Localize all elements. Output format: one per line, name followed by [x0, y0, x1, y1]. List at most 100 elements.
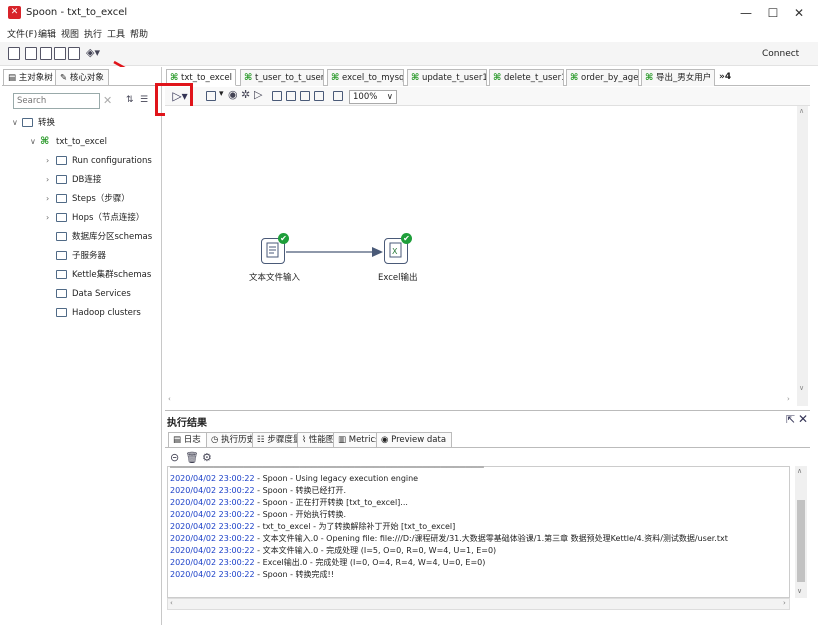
show-results-icon[interactable]	[333, 91, 343, 101]
clear-search-icon[interactable]: ✕	[103, 94, 112, 107]
log-line: 2020/04/02 23:00:22 - Spoon - 正在打开转换 [tx…	[170, 498, 408, 507]
expand-all-icon[interactable]: ⇅	[126, 95, 134, 105]
tree-item-cluster-schemas[interactable]: Kettle集群schemas	[56, 267, 151, 283]
transformation-icon: ⌘	[331, 73, 340, 83]
step-label: 文本文件输入	[249, 273, 301, 283]
chevron-down-icon: ∨	[386, 92, 393, 102]
chevron-right-icon: ›	[46, 175, 50, 184]
scroll-right-icon[interactable]: ›	[787, 395, 790, 403]
log-line: 2020/04/02 23:00:22 - Spoon - 转换已经打开.	[170, 486, 347, 495]
folder-icon	[56, 232, 67, 241]
success-check-icon: ✔	[278, 233, 289, 244]
tab-overflow-button[interactable]: »4	[719, 72, 731, 82]
history-icon: ◷	[211, 435, 222, 445]
tree-item-db-connections[interactable]: › DB连接	[46, 172, 101, 188]
folder-icon	[56, 251, 67, 260]
tab-excel-to-mysql[interactable]: ⌘ excel_to_mysql	[327, 69, 404, 86]
tab-export-users[interactable]: ⌘ 导出_男女用户	[641, 69, 715, 86]
maximize-button[interactable]: ☐	[762, 4, 784, 22]
connect-button[interactable]: Connect	[762, 49, 799, 59]
scroll-left-icon[interactable]: ‹	[170, 599, 173, 607]
tree-transformation[interactable]: ∨ ⌘ txt_to_excel	[30, 134, 107, 150]
stop-dropdown-icon[interactable]: ▾	[219, 89, 224, 99]
transformation-icon: ⌘	[244, 73, 253, 83]
menu-run[interactable]: 执行	[84, 27, 102, 40]
settings-icon[interactable]: ⚙	[202, 451, 212, 464]
menu-tools[interactable]: 工具	[107, 27, 125, 40]
preview-icon[interactable]: ◉	[228, 88, 238, 101]
scroll-left-icon[interactable]: ‹	[168, 395, 171, 403]
tab-core-objects[interactable]: ✎ 核心对象	[55, 69, 109, 85]
transformation-icon: ⌘	[570, 73, 579, 83]
folder-icon	[56, 308, 67, 317]
clear-log-icon[interactable]: 🗑	[185, 451, 199, 464]
layers-icon[interactable]: ◈▾	[86, 46, 100, 59]
tree-item-hops[interactable]: › Hops（节点连接）	[46, 210, 144, 226]
folder-icon	[56, 156, 67, 165]
chevron-down-icon: ∨	[12, 118, 18, 127]
chevron-right-icon: ›	[46, 156, 50, 165]
log-line: 2020/04/02 23:00:22 - Spoon - 开始执行转换.	[170, 510, 347, 519]
close-button[interactable]: ✕	[788, 4, 810, 22]
stop-log-icon[interactable]: ⊝	[170, 451, 179, 464]
folder-icon	[56, 175, 67, 184]
log-horizontal-scrollbar[interactable]	[167, 598, 790, 610]
tree-item-steps[interactable]: › Steps（步骤）	[46, 191, 130, 207]
menu-view[interactable]: 视图	[61, 27, 79, 40]
tree-root[interactable]: ∨ 转换	[12, 115, 55, 131]
maximize-panel-icon[interactable]: ⇱	[786, 413, 795, 426]
window-title: Spoon - txt_to_excel	[26, 7, 128, 18]
folder-icon	[22, 118, 33, 127]
folder-icon	[56, 289, 67, 298]
debug-icon[interactable]: ✲	[241, 88, 250, 101]
pause-icon[interactable]	[206, 91, 216, 101]
log-line: 2020/04/02 23:00:22 - Spoon - Using lega…	[170, 474, 419, 483]
scroll-right-icon[interactable]: ›	[783, 599, 786, 607]
tree-item-data-services[interactable]: Data Services	[56, 286, 131, 302]
save-as-icon[interactable]	[68, 47, 80, 60]
scroll-up-icon[interactable]: ∧	[797, 467, 802, 475]
verify-icon[interactable]	[272, 91, 282, 101]
replay-icon[interactable]: ▷	[254, 88, 262, 101]
tree-item-partition-schemas[interactable]: 数据库分区schemas	[56, 229, 152, 245]
left-tabs-divider	[2, 85, 160, 86]
transformation-icon: ⌘	[493, 73, 502, 83]
new-file-icon[interactable]	[8, 47, 20, 60]
tree-item-slave-servers[interactable]: 子服务器	[56, 248, 106, 264]
minimize-button[interactable]: —	[735, 4, 757, 22]
explore-repository-icon[interactable]	[40, 47, 52, 60]
close-panel-icon[interactable]: ✕	[798, 412, 808, 426]
chevron-down-icon: ∨	[30, 137, 36, 146]
tab-log[interactable]: ▤ 日志	[168, 432, 207, 447]
sql-icon[interactable]	[300, 91, 310, 101]
tree-item-hadoop-clusters[interactable]: Hadoop clusters	[56, 305, 141, 321]
hop-arrow-icon[interactable]	[286, 246, 386, 258]
log-line: 2020/04/02 23:00:22 - Excel输出.0 - 完成处理 (…	[170, 558, 486, 567]
impact-icon[interactable]	[286, 91, 296, 101]
search-input[interactable]	[13, 93, 100, 109]
zoom-select[interactable]: 100% ∨	[349, 90, 397, 104]
collapse-all-icon[interactable]: ☰	[140, 95, 148, 105]
tab-update-t-user1[interactable]: ⌘ update_t_user1	[407, 69, 487, 86]
explore-db-icon[interactable]	[314, 91, 324, 101]
save-icon[interactable]	[54, 47, 66, 60]
menu-help[interactable]: 帮助	[130, 27, 148, 40]
tab-main-tree[interactable]: ▤ 主对象树	[3, 69, 58, 85]
menu-edit[interactable]: 编辑	[38, 27, 56, 40]
log-icon: ▤	[173, 435, 184, 445]
log-scroll-thumb[interactable]	[797, 500, 805, 582]
log-line: 2020/04/02 23:00:22 - txt_to_excel - 为了转…	[170, 522, 456, 531]
scroll-down-icon[interactable]: ∨	[799, 384, 804, 392]
tab-preview-data[interactable]: ◉ Preview data	[376, 432, 453, 447]
open-file-icon[interactable]	[25, 47, 37, 60]
tab-delete-t-user1[interactable]: ⌘ delete_t_user1	[489, 69, 564, 86]
canvas-vertical-scrollbar[interactable]	[797, 106, 808, 406]
scroll-down-icon[interactable]: ∨	[797, 587, 802, 595]
tab-order-by-age[interactable]: ⌘ order_by_age	[566, 69, 639, 86]
tab-t-user-to-t-user1[interactable]: ⌘ t_user_to_t_user1	[240, 69, 324, 86]
menu-file[interactable]: 文件(F)	[7, 27, 37, 40]
scroll-up-icon[interactable]: ∧	[799, 107, 804, 115]
folder-icon	[56, 194, 67, 203]
success-check-icon: ✔	[401, 233, 412, 244]
tree-item-run-configurations[interactable]: › Run configurations	[46, 153, 152, 169]
